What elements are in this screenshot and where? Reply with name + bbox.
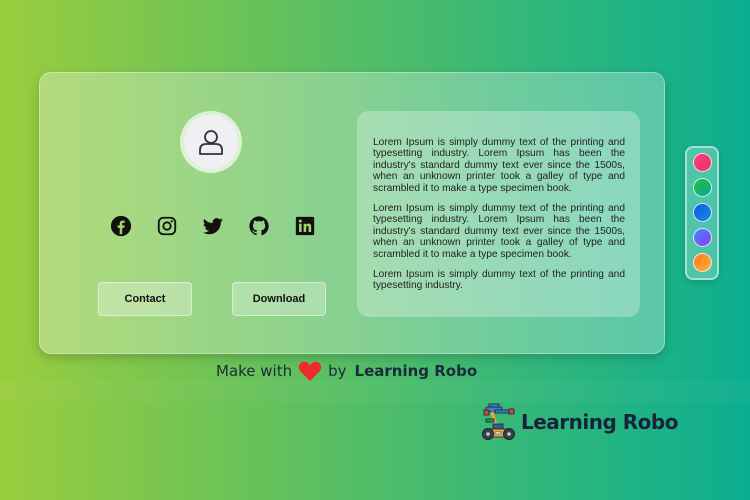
github-icon[interactable] [248, 215, 270, 237]
user-icon [199, 130, 223, 155]
made-with-credit: Make with by Learning Robo [216, 360, 477, 382]
description-panel: Lorem Ipsum is simply dummy text of the … [357, 111, 640, 317]
facebook-icon[interactable] [110, 215, 132, 237]
made-with-text: Make with [216, 362, 293, 380]
paragraph: Lorem Ipsum is simply dummy text of the … [373, 203, 625, 260]
by-text: by [328, 362, 347, 380]
color-swatch-blue[interactable] [693, 203, 712, 222]
heart-icon [298, 361, 322, 382]
logo[interactable]: Learning Robo [481, 402, 678, 442]
social-links [108, 215, 318, 239]
download-button[interactable]: Download [232, 282, 326, 316]
color-swatch-green[interactable] [693, 178, 712, 197]
color-swatch-pink[interactable] [693, 153, 712, 172]
color-swatch-violet[interactable] [693, 228, 712, 247]
color-palette [685, 146, 719, 280]
instagram-icon[interactable] [156, 215, 178, 237]
color-swatch-orange[interactable] [693, 253, 712, 272]
background-band [0, 380, 750, 402]
paragraph: Lorem Ipsum is simply dummy text of the … [373, 137, 625, 194]
avatar[interactable] [180, 111, 242, 173]
robot-icon [482, 403, 515, 440]
logo-text: Learning Robo [521, 410, 678, 434]
linkedin-icon[interactable] [294, 215, 316, 237]
paragraph: Lorem Ipsum is simply dummy text of the … [373, 269, 625, 292]
brand-name[interactable]: Learning Robo [355, 362, 478, 380]
twitter-icon[interactable] [202, 215, 224, 237]
profile-card: Contact Download Lorem Ipsum is simply d… [39, 72, 665, 354]
contact-button[interactable]: Contact [98, 282, 192, 316]
